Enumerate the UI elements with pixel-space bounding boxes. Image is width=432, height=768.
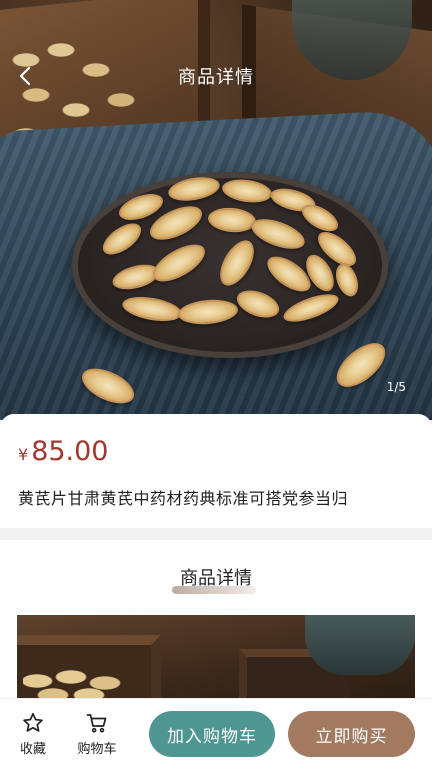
add-to-cart-button[interactable]: 加入购物车	[149, 711, 275, 757]
detail-jar-decor	[305, 615, 415, 675]
product-info-card: ¥ 85.00 黄芪片甘肃黄芪中药材药典标准可搭党参当归	[0, 414, 432, 528]
star-icon	[23, 712, 43, 732]
chevron-left-icon[interactable]	[14, 64, 38, 88]
price-row: ¥ 85.00	[18, 436, 414, 467]
product-name: 黄芪片甘肃黄芪中药材药典标准可搭党参当归	[18, 489, 349, 508]
detail-image	[17, 615, 415, 705]
favorite-label: 收藏	[19, 742, 46, 757]
bottom-action-bar: 收藏 购物车 加入购物车 立即购买	[0, 698, 432, 768]
heading-underline-decor	[172, 586, 256, 594]
product-price: 85.00	[31, 436, 109, 467]
currency-symbol: ¥	[18, 445, 29, 464]
product-detail-section: 商品详情	[0, 540, 432, 705]
cart-label: 购物车	[77, 742, 117, 757]
page-title: 商品详情	[178, 67, 254, 88]
cart-nav-button[interactable]: 购物车	[72, 711, 122, 757]
detail-herb-slices	[23, 669, 143, 699]
buy-now-button[interactable]: 立即购买	[288, 711, 415, 757]
product-image-carousel[interactable]: 商品详情 1/5	[0, 0, 432, 420]
image-counter: 1/5	[386, 380, 406, 394]
shopping-cart-icon	[86, 714, 107, 733]
top-navigation-bar: 商品详情	[0, 56, 432, 96]
favorite-button[interactable]: 收藏	[8, 711, 58, 757]
